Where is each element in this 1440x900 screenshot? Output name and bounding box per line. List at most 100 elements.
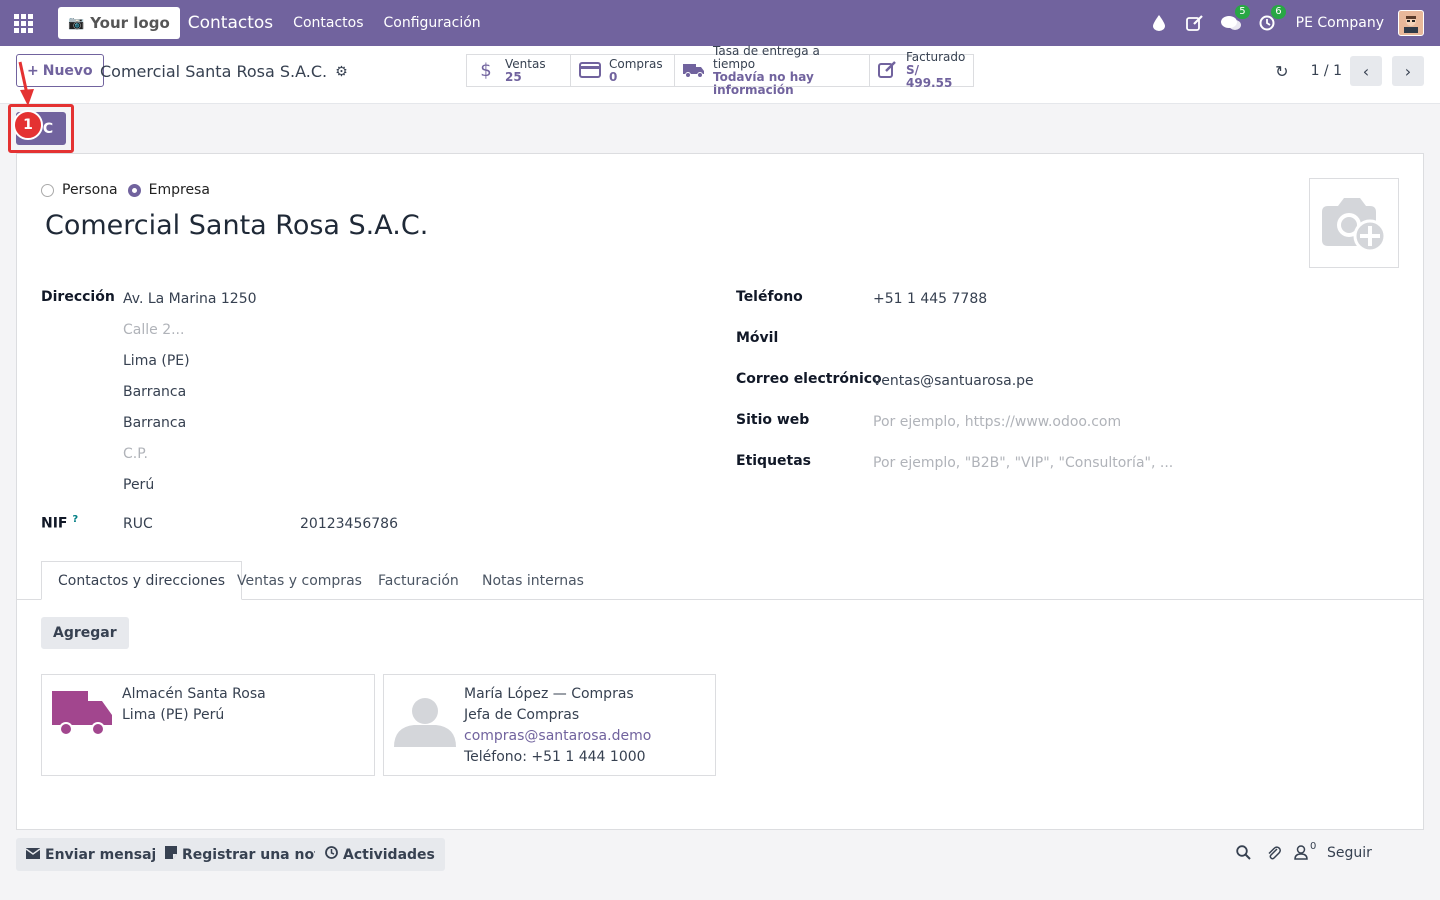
sales-label: Ventas	[505, 56, 546, 71]
tab-internal-notes[interactable]: Notas internas	[466, 561, 600, 600]
street-field[interactable]: Av. La Marina 1250	[123, 291, 257, 307]
province-field[interactable]: Barranca	[123, 384, 186, 400]
log-note-button[interactable]: Registrar una nota	[155, 838, 341, 871]
website-field[interactable]: Por ejemplo, https://www.odoo.com	[873, 414, 1121, 430]
radio-company-dot	[127, 183, 141, 197]
app-name[interactable]: Contactos	[188, 13, 273, 33]
vat-help-icon[interactable]: ?	[72, 514, 78, 525]
pager-next-button[interactable]: ›	[1392, 56, 1424, 86]
contact-card-email[interactable]: compras@santarosa.demo	[464, 728, 651, 744]
activities-clock-icon[interactable]: 6	[1256, 5, 1286, 34]
search-messages-icon[interactable]	[1236, 845, 1251, 860]
user-avatar[interactable]	[1398, 10, 1424, 36]
user-icon	[1294, 845, 1308, 860]
log-note-label: Registrar una nota	[182, 846, 331, 863]
company-logo[interactable]: 📷 Your logo	[58, 7, 180, 39]
logo-text: Your logo	[90, 14, 170, 32]
contact-card-name: Almacén Santa Rosa	[122, 686, 266, 702]
avatar-upload[interactable]	[1309, 178, 1399, 268]
radio-person[interactable]: Persona	[41, 182, 118, 198]
followers-button[interactable]: 0	[1294, 841, 1316, 860]
radio-company-label: Empresa	[148, 182, 210, 198]
gear-icon[interactable]: ⚙	[335, 64, 348, 80]
smart-button-on-time-rate[interactable]: Tasa de entrega a tiempo Todavía no hay i…	[675, 44, 870, 96]
tags-field[interactable]: Por ejemplo, "B2B", "VIP", "Consultoría"…	[873, 455, 1173, 471]
drop-icon[interactable]	[1148, 12, 1170, 34]
country-field[interactable]: Perú	[123, 477, 154, 493]
smart-button-purchases[interactable]: Compras 0	[571, 55, 675, 86]
invoiced-value: S/ 499.55	[906, 63, 953, 90]
breadcrumb-record-name: Comercial Santa Rosa S.A.C.	[100, 62, 328, 81]
edit-icon[interactable]	[1184, 12, 1206, 34]
zip-field[interactable]: C.P.	[123, 446, 148, 462]
email-label: Correo electrónico	[736, 371, 882, 387]
clock-icon	[325, 846, 338, 863]
vat-label-text: NIF	[41, 515, 68, 532]
id-type-field[interactable]: RUC	[123, 516, 153, 532]
notebook-tabs: Contactos y direcciones Ventas y compras…	[17, 561, 1423, 600]
phone-field[interactable]: +51 1 445 7788	[873, 291, 987, 307]
mobile-field[interactable]	[873, 332, 1273, 350]
truck-icon	[683, 62, 705, 79]
top-navbar: 📷 Your logo Contactos Contactos Configur…	[0, 0, 1440, 46]
add-contact-button[interactable]: Agregar	[41, 617, 129, 649]
activities-button[interactable]: Actividades	[315, 838, 445, 871]
add-photo-icon	[1322, 198, 1387, 253]
apps-menu-icon[interactable]	[0, 0, 46, 46]
purchases-label: Compras	[609, 56, 663, 71]
radio-company[interactable]: Empresa	[127, 182, 210, 198]
delivery-truck-icon	[52, 691, 112, 736]
smart-button-sales[interactable]: $ Ventas 25	[467, 55, 571, 86]
vat-field[interactable]: 20123456786	[300, 516, 398, 532]
smart-button-invoiced[interactable]: Facturado S/ 499.55	[870, 51, 973, 90]
annotation-number-badge: 1	[13, 110, 43, 140]
dollar-icon: $	[480, 60, 492, 81]
radio-person-dot	[41, 183, 54, 197]
company-switcher[interactable]: PE Company	[1296, 15, 1384, 31]
street2-field[interactable]: Calle 2...	[123, 322, 184, 338]
tags-label: Etiquetas	[736, 453, 812, 469]
city-field[interactable]: Lima (PE)	[123, 353, 190, 369]
send-message-button[interactable]: Enviar mensaje	[16, 838, 176, 871]
sales-value: 25	[505, 69, 522, 84]
tab-invoicing[interactable]: Facturación	[362, 561, 475, 600]
followers-count: 0	[1310, 841, 1317, 852]
send-message-label: Enviar mensaje	[45, 846, 166, 863]
email-field[interactable]: ventas@santuarosa.pe	[873, 373, 1034, 389]
contact-card-address: Lima (PE) Perú	[122, 707, 225, 723]
contact-card[interactable]: Almacén Santa Rosa Lima (PE) Perú	[41, 674, 375, 776]
form-sheet: Persona Empresa Comercial Santa Rosa S.A…	[16, 153, 1424, 830]
control-panel: + Nuevo Comercial Santa Rosa S.A.C. ⚙ $ …	[0, 44, 1440, 104]
camera-icon: 📷	[68, 15, 85, 31]
phone-label: Teléfono	[736, 289, 803, 305]
annotation-arrow	[18, 61, 34, 106]
contact-card-function: Jefa de Compras	[464, 707, 580, 723]
new-button-label: Nuevo	[42, 62, 93, 79]
tab-contacts-addresses[interactable]: Contactos y direcciones	[41, 561, 242, 600]
tab-sales-purchases[interactable]: Ventas y compras	[221, 561, 378, 600]
note-icon	[165, 846, 177, 863]
menu-contactos[interactable]: Contactos	[293, 15, 363, 31]
purchases-value: 0	[609, 69, 618, 84]
district-field[interactable]: Barranca	[123, 415, 186, 431]
credit-card-icon	[579, 62, 601, 79]
contact-card[interactable]: María López — Compras Jefa de Compras co…	[383, 674, 716, 776]
vat-label: NIF ?	[41, 514, 78, 532]
activities-label: Actividades	[343, 846, 435, 863]
paperclip-icon[interactable]	[1266, 845, 1281, 861]
refresh-icon[interactable]: ↻	[1275, 62, 1288, 81]
partner-name-field[interactable]: Comercial Santa Rosa S.A.C.	[45, 210, 428, 241]
person-placeholder-icon	[394, 698, 456, 747]
breadcrumb: Comercial Santa Rosa S.A.C. ⚙	[100, 62, 348, 81]
website-label: Sitio web	[736, 412, 810, 428]
mobile-label: Móvil	[736, 330, 779, 346]
pager-previous-button[interactable]: ‹	[1350, 56, 1382, 86]
activities-badge: 6	[1271, 5, 1286, 19]
contact-card-phone: Teléfono: +51 1 444 1000	[464, 749, 646, 765]
messages-icon[interactable]: 5	[1220, 5, 1250, 34]
pager-value[interactable]: 1 / 1	[1311, 63, 1342, 79]
radio-person-label: Persona	[62, 182, 118, 198]
menu-configuracion[interactable]: Configuración	[384, 15, 481, 31]
follow-button[interactable]: Seguir	[1327, 845, 1372, 861]
address-label: Dirección	[41, 289, 115, 305]
